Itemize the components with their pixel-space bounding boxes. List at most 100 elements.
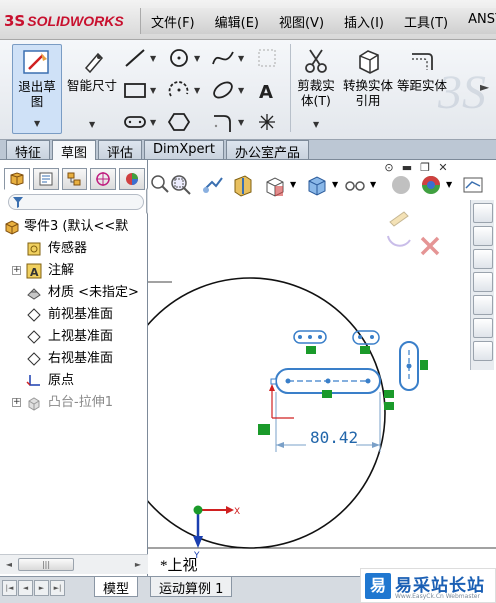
chevron-down-icon[interactable]: ▼ xyxy=(34,116,40,131)
trim-entities-button[interactable]: 剪裁实体(T) ▼ xyxy=(292,44,340,134)
design-library-icon[interactable] xyxy=(473,249,493,269)
relation-badge[interactable] xyxy=(384,390,394,398)
relation-badge[interactable] xyxy=(360,346,370,354)
view-orientation-icon[interactable] xyxy=(262,172,288,198)
tree-item-origin[interactable]: 原点 xyxy=(0,370,146,392)
menu-insert[interactable]: 插入(I) xyxy=(334,8,394,34)
previous-tab-icon[interactable]: ◄ xyxy=(18,580,33,596)
rectangle-icon[interactable] xyxy=(122,78,148,102)
line-icon[interactable] xyxy=(122,46,148,70)
circle-icon[interactable] xyxy=(166,46,192,70)
point-icon[interactable] xyxy=(254,110,280,134)
expand-icon[interactable]: + xyxy=(12,398,21,407)
tab-motion-study-1[interactable]: 运动算例 1 xyxy=(150,577,233,597)
first-tab-icon[interactable]: |◄ xyxy=(2,580,17,596)
view-palette-icon[interactable] xyxy=(473,295,493,315)
ribbon-scroll-right-icon[interactable]: ► xyxy=(480,80,489,94)
relation-badge[interactable] xyxy=(306,346,316,354)
panel-horizontal-scrollbar[interactable]: ◄ ||| ► xyxy=(0,554,148,574)
edit-appearance-icon[interactable] xyxy=(388,172,414,198)
ellipse-icon[interactable] xyxy=(210,78,236,102)
tree-item-boss-extrude[interactable]: + 凸台-拉伸1 xyxy=(0,392,146,414)
home-icon[interactable] xyxy=(473,226,493,246)
exit-sketch-button[interactable]: 退出草图 ▼ xyxy=(12,44,62,134)
convert-entities-button[interactable]: 转换实体引用 xyxy=(342,44,394,134)
tree-item-front-plane[interactable]: 前视基准面 xyxy=(0,304,146,326)
tab-evaluate[interactable]: 评估 xyxy=(98,140,143,161)
tree-filter-input[interactable] xyxy=(8,194,144,210)
dimxpert-manager-tab[interactable] xyxy=(90,168,117,190)
last-tab-icon[interactable]: ►| xyxy=(50,580,65,596)
tree-item-sensors[interactable]: 传感器 xyxy=(0,238,146,260)
custom-properties-icon[interactable] xyxy=(473,341,493,361)
tree-item-material[interactable]: 材质 <未指定> xyxy=(0,282,146,304)
tab-features[interactable]: 特征 xyxy=(6,140,51,161)
vertical-slot[interactable] xyxy=(399,341,428,391)
next-tab-icon[interactable]: ► xyxy=(34,580,49,596)
chevron-down-icon[interactable]: ▼ xyxy=(150,54,156,63)
chevron-down-icon[interactable]: ▼ xyxy=(446,180,452,189)
tree-item-top-plane[interactable]: 上视基准面 xyxy=(0,326,146,348)
fillet-icon[interactable] xyxy=(210,110,236,134)
construction-geometry-icon[interactable] xyxy=(254,46,280,70)
chevron-down-icon[interactable]: ▼ xyxy=(194,86,200,95)
display-style-icon[interactable] xyxy=(304,172,330,198)
smart-dimension-button[interactable]: 智能尺寸 ▼ xyxy=(66,44,118,134)
configuration-manager-tab[interactable] xyxy=(61,168,88,190)
relation-badge[interactable] xyxy=(420,360,428,370)
view-settings-icon[interactable] xyxy=(460,172,486,198)
zoom-to-area-icon[interactable] xyxy=(168,172,194,198)
section-view-icon[interactable] xyxy=(230,172,256,198)
chevron-down-icon[interactable]: ▼ xyxy=(89,117,95,132)
horizontal-slot[interactable] xyxy=(270,368,381,398)
spline-icon[interactable] xyxy=(210,46,236,70)
expand-icon[interactable]: + xyxy=(12,266,21,275)
cancel-sketch-icon[interactable] xyxy=(420,236,440,256)
chevron-down-icon[interactable]: ▼ xyxy=(238,118,244,127)
chevron-down-icon[interactable]: ▼ xyxy=(194,54,200,63)
chevron-down-icon[interactable]: ▼ xyxy=(313,117,319,132)
tree-item-annotations[interactable]: + A 注解 xyxy=(0,260,146,282)
tab-dimxpert[interactable]: DimXpert xyxy=(144,140,224,159)
graphics-area[interactable]: 80.42 X Y ⊙ ▬ ❐ ✕ ▼ ▼ ▼ ▼ *上视 xyxy=(148,160,496,576)
tab-model[interactable]: 模型 xyxy=(94,577,139,597)
menu-ansys[interactable]: ANSYS xyxy=(458,8,496,34)
polygon-icon[interactable] xyxy=(166,110,192,134)
relation-badge[interactable] xyxy=(322,390,332,398)
tree-item-right-plane[interactable]: 右视基准面 xyxy=(0,348,146,370)
apply-scene-icon[interactable] xyxy=(418,172,444,198)
menu-view[interactable]: 视图(V) xyxy=(269,8,334,34)
chevron-down-icon[interactable]: ▼ xyxy=(150,118,156,127)
menu-tools[interactable]: 工具(T) xyxy=(394,8,458,34)
solidworks-logo[interactable]: 3S SOLIDWORKS xyxy=(4,9,124,33)
chevron-down-icon[interactable]: ▼ xyxy=(238,86,244,95)
sketch-circle[interactable] xyxy=(148,277,386,549)
tab-office-products[interactable]: 办公室产品 xyxy=(225,140,309,161)
property-manager-tab[interactable] xyxy=(32,168,59,190)
menu-file[interactable]: 文件(F) xyxy=(141,8,205,34)
chevron-down-icon[interactable]: ▼ xyxy=(332,180,338,189)
solidworks-resources-icon[interactable] xyxy=(473,203,493,223)
tab-sketch[interactable]: 草图 xyxy=(52,140,97,161)
scroll-thumb[interactable]: ||| xyxy=(18,558,74,571)
display-manager-tab[interactable] xyxy=(119,168,145,190)
dimension-80-42[interactable]: 80.42 xyxy=(275,392,381,452)
relation-badge[interactable] xyxy=(384,402,394,410)
tree-root-part[interactable]: 零件3 (默认<<默 xyxy=(0,216,146,238)
menu-edit[interactable]: 编辑(E) xyxy=(205,8,269,34)
arc-icon[interactable] xyxy=(166,78,192,102)
text-icon[interactable]: A xyxy=(254,78,280,103)
small-slot[interactable] xyxy=(293,330,327,354)
chevron-down-icon[interactable]: ▼ xyxy=(290,180,296,189)
feature-manager-tab[interactable] xyxy=(4,168,30,190)
chevron-down-icon[interactable]: ▼ xyxy=(150,86,156,95)
hide-show-items-icon[interactable] xyxy=(342,172,368,198)
chevron-down-icon[interactable]: ▼ xyxy=(238,54,244,63)
scroll-right-icon[interactable]: ► xyxy=(131,557,145,572)
exit-sketch-confirm-icon[interactable] xyxy=(387,211,411,247)
chevron-down-icon[interactable]: ▼ xyxy=(370,180,376,189)
dimension-value-text[interactable]: 80.42 xyxy=(310,428,358,447)
appearances-icon[interactable] xyxy=(473,318,493,338)
scroll-left-icon[interactable]: ◄ xyxy=(2,557,16,572)
slot-icon[interactable] xyxy=(122,110,148,134)
